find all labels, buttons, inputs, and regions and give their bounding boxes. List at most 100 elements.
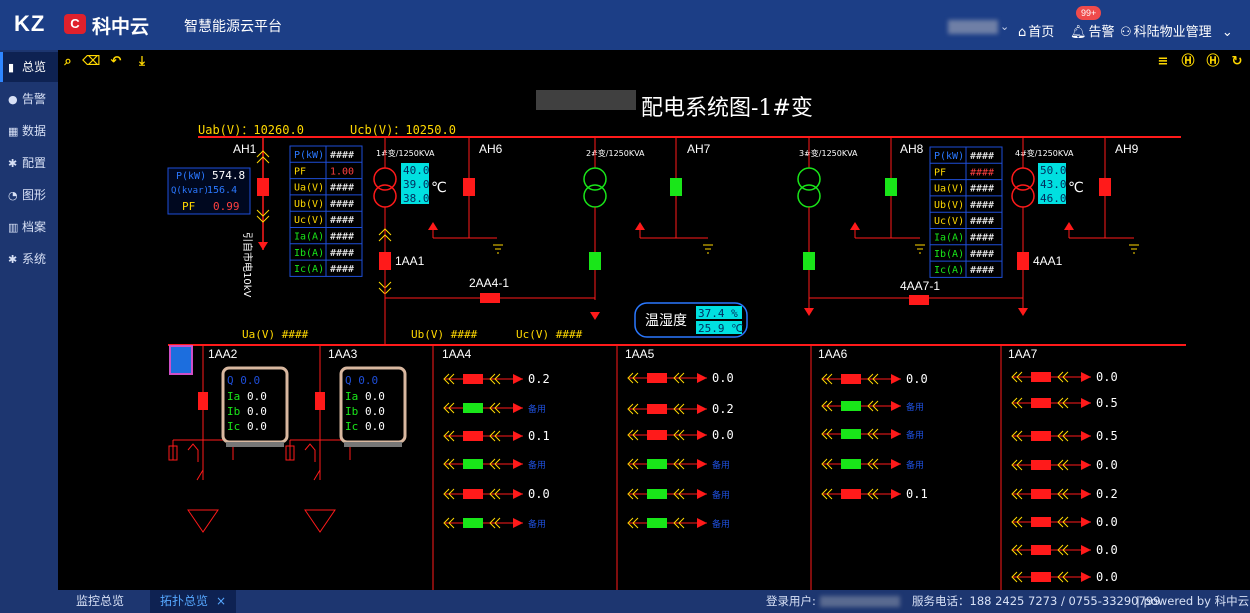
tab-topology-overview[interactable]: 拓扑总览 × <box>150 590 237 613</box>
sidebar-item-config[interactable]: ✱ 配置 <box>0 148 58 178</box>
feeder-current-value: 0.0 <box>1096 543 1118 557</box>
feeder-row[interactable]: 0.0 <box>627 428 734 442</box>
blurred-site-selector[interactable] <box>948 20 998 34</box>
feeder-row[interactable]: 0.0 <box>443 487 550 501</box>
feeder-row[interactable]: 备用 <box>821 458 924 471</box>
param-value: #### <box>330 232 354 243</box>
feeder-current-value: 备用 <box>528 459 546 471</box>
param-value: #### <box>330 248 354 259</box>
param-label: Ia(A) <box>294 232 324 243</box>
transformer-1[interactable]: 1#变/1250KVA 40.0 39.0 38.0 ℃ <box>373 137 447 255</box>
svg-text:40.0: 40.0 <box>403 164 430 177</box>
account-menu[interactable]: ⚇ 科陆物业管理 ⌄ <box>1120 21 1233 40</box>
temp-humidity-sensor[interactable]: 温湿度 37.4 % 25.9 ℃ <box>634 302 748 338</box>
svg-text:43.0: 43.0 <box>1040 178 1067 191</box>
feeder-row[interactable]: 备用 <box>627 488 730 501</box>
feeder-current-value: 0.0 <box>1096 370 1118 384</box>
capacitor-breaker[interactable] <box>315 392 325 410</box>
capacitor-meter[interactable]: Q 0.0 Ia 0.0 Ib 0.0 Ic 0.0 <box>339 366 407 447</box>
capacitor-breaker[interactable] <box>198 392 208 410</box>
feeder-row[interactable]: 0.2 <box>627 402 734 416</box>
phase-current-value: 0.0 <box>365 405 385 418</box>
sidebar-item-data[interactable]: ▦ 数据 <box>0 116 58 146</box>
transformer-3[interactable]: 3#变/1250KVA <box>797 137 858 316</box>
feeder-current-value: 0.1 <box>906 487 928 501</box>
feeder-row[interactable]: 0.0 <box>1011 370 1118 384</box>
feeder-row[interactable]: 0.0 <box>821 372 928 386</box>
feeder-row[interactable]: 0.0 <box>1011 515 1118 529</box>
logo-badge: C <box>64 14 86 34</box>
tie-breaker-4aa7-1[interactable]: 4AA7-1 <box>809 279 1023 305</box>
diagram-canvas: ⌕ ⌫ ↶ ⤓ ≡ Ⓗ Ⓗ ↻ 配电系统图-1#变 Uab(V)：10260.0… <box>58 50 1250 590</box>
capacitor-panel-label: 1AA3 <box>328 347 358 361</box>
svg-text:Q(kvar): Q(kvar) <box>171 186 209 196</box>
param-label: Ub(V) <box>934 200 964 211</box>
transformer-4[interactable]: 4#变/1250KVA 50.0 43.0 46.0 ℃ <box>1011 137 1084 255</box>
sidebar-item-overview[interactable]: ▮ 总览 <box>0 52 58 82</box>
alarm-link[interactable]: 🔔︎ 告警 <box>1070 21 1115 40</box>
bar-chart-icon: ▮ <box>8 61 15 74</box>
feeder-row[interactable]: 0.2 <box>1011 487 1118 501</box>
feeder-row[interactable]: 0.1 <box>443 429 550 443</box>
tie-breaker-2aa4-1[interactable]: 2AA4-1 <box>385 276 600 320</box>
param-value: #### <box>970 233 994 244</box>
feeder-row[interactable]: 0.0 <box>627 371 734 385</box>
param-label: PF <box>294 166 306 177</box>
feeder-row[interactable]: 备用 <box>821 428 924 441</box>
ah1-incoming-feeder[interactable] <box>256 137 270 250</box>
capacitor-meter[interactable]: Q 0.0 Ia 0.0 Ib 0.0 Ic 0.0 <box>221 366 289 447</box>
breaker-4aa1[interactable]: 4AA1 <box>1017 252 1063 316</box>
feeder-current-value: 备用 <box>712 518 730 530</box>
feeder-row[interactable]: 备用 <box>443 517 546 530</box>
feeder-row[interactable]: 备用 <box>627 517 730 530</box>
feeder-row[interactable]: 0.0 <box>1011 543 1118 557</box>
bell-icon: ● <box>8 93 18 106</box>
feeder-row[interactable]: 0.0 <box>1011 570 1118 584</box>
param-label: Ua(V) <box>294 183 324 194</box>
capacitor-panel-label: 1AA2 <box>208 347 238 361</box>
feeder-row[interactable]: 0.5 <box>1011 396 1118 410</box>
login-user-label: 登录用户: <box>766 590 904 613</box>
feeder-current-value: 备用 <box>528 403 546 415</box>
cabinet-label: AH8 <box>900 142 924 156</box>
param-label: Ic(A) <box>294 264 324 275</box>
feeder-current-value: 0.0 <box>1096 515 1118 529</box>
chevron-down-icon[interactable]: ⌄ <box>1000 20 1009 33</box>
svg-text:4AA7-1: 4AA7-1 <box>900 279 940 293</box>
svg-text:1AA1: 1AA1 <box>395 254 425 268</box>
feeder-current-value: 0.1 <box>528 429 550 443</box>
feeder-row[interactable]: 备用 <box>443 458 546 471</box>
feeder-row[interactable]: 0.0 <box>1011 458 1118 472</box>
feeder-row[interactable]: 0.1 <box>821 487 928 501</box>
top-bar: KZ C 科中云 智慧能源云平台 ⌄ ⌂ 首页 99+ 🔔︎ 告警 ⚇ 科陆物业管理 … <box>0 0 1250 50</box>
feeder-current-value: 0.5 <box>1096 429 1118 443</box>
alarm-count-badge: 99+ <box>1076 6 1102 20</box>
ah1-meter-panel: P(kW) 574.8 Q(kvar) 156.4 PF 0.99 <box>167 167 251 215</box>
param-value: #### <box>970 200 994 211</box>
svg-text:25.9 ℃: 25.9 ℃ <box>698 322 743 335</box>
sidebar-item-system[interactable]: ✱ 系统 <box>0 244 58 274</box>
sidebar-item-graphics[interactable]: ◔ 图形 <box>0 180 58 210</box>
param-value: 1.00 <box>330 166 354 177</box>
capacitor-indicator-icon[interactable] <box>169 345 193 375</box>
phase-current-value: 0.0 <box>247 420 267 433</box>
param-value: #### <box>970 265 994 276</box>
sidebar-item-alarm[interactable]: ● 告警 <box>0 84 58 114</box>
close-icon[interactable]: × <box>216 594 226 608</box>
capacitor-banks: Q 0.0 Ia 0.0 Ib 0.0 Ic 0.0 Q 0.0 Ia 0.0 Ib 0.0 Ic 0.0 <box>168 345 407 533</box>
feeder-row[interactable]: 0.2 <box>443 372 550 386</box>
feeder-row[interactable]: 0.5 <box>1011 429 1118 443</box>
feeder-row[interactable]: 备用 <box>443 402 546 415</box>
tab-monitor-overview[interactable]: 监控总览 <box>66 590 134 613</box>
feeder-row[interactable]: 备用 <box>627 458 730 471</box>
svg-text:P(kW): P(kW) <box>176 171 206 182</box>
svg-text:4AA1: 4AA1 <box>1033 254 1063 268</box>
sidebar-item-archive[interactable]: ▥ 档案 <box>0 212 58 242</box>
home-link[interactable]: ⌂ 首页 <box>1018 21 1054 40</box>
feeder-current-value: 0.5 <box>1096 396 1118 410</box>
transformer-2[interactable]: 2#变/1250KVA <box>583 137 645 300</box>
param-label: Ib(A) <box>294 248 324 259</box>
lv-uc-reading: Uc(V) #### <box>516 328 583 341</box>
feeder-row[interactable]: 备用 <box>821 400 924 413</box>
phase-current-value: 0.0 <box>365 420 385 433</box>
